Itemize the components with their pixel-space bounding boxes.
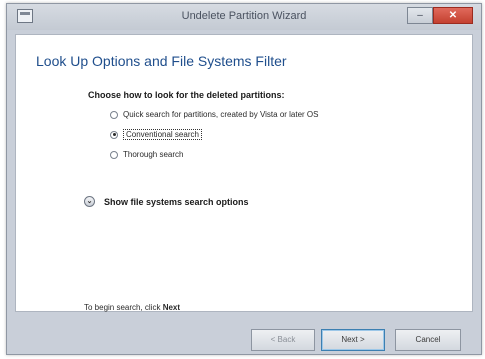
start-hint: To begin search, click Next [84, 303, 180, 312]
wizard-content: Look Up Options and File Systems Filter … [15, 34, 473, 312]
title-bar[interactable]: Undelete Partition Wizard – ✕ [7, 4, 481, 30]
option-conventional-search-label[interactable]: Conventional search [123, 129, 202, 140]
option-thorough-search[interactable]: Thorough search [110, 150, 183, 159]
file-systems-options-toggle[interactable]: ⌄ Show file systems search options [84, 196, 249, 207]
option-thorough-search-label[interactable]: Thorough search [123, 150, 183, 159]
start-hint-action: Next [162, 303, 181, 312]
window-controls: – ✕ [407, 7, 473, 24]
chevron-down-circle-icon[interactable]: ⌄ [84, 196, 95, 207]
wizard-window: Undelete Partition Wizard – ✕ Look Up Op… [6, 3, 482, 355]
button-bar: < Back Next > Cancel [7, 312, 481, 354]
option-conventional-search[interactable]: Conventional search [110, 129, 202, 140]
radio-quick-search[interactable] [110, 110, 118, 119]
file-systems-options-label[interactable]: Show file systems search options [104, 197, 249, 207]
close-button[interactable]: ✕ [433, 7, 473, 24]
radio-conventional-search[interactable] [110, 130, 118, 139]
option-quick-search[interactable]: Quick search for partitions, created by … [110, 110, 319, 119]
search-method-prompt: Choose how to look for the deleted parti… [88, 90, 285, 100]
back-button[interactable]: < Back [251, 329, 315, 351]
radio-thorough-search[interactable] [110, 150, 118, 159]
option-quick-search-label[interactable]: Quick search for partitions, created by … [123, 110, 319, 119]
next-button[interactable]: Next > [321, 329, 385, 351]
minimize-button[interactable]: – [407, 7, 433, 24]
start-hint-text: To begin search, click [84, 303, 163, 312]
cancel-button[interactable]: Cancel [395, 329, 461, 351]
page-title: Look Up Options and File Systems Filter [36, 53, 287, 69]
